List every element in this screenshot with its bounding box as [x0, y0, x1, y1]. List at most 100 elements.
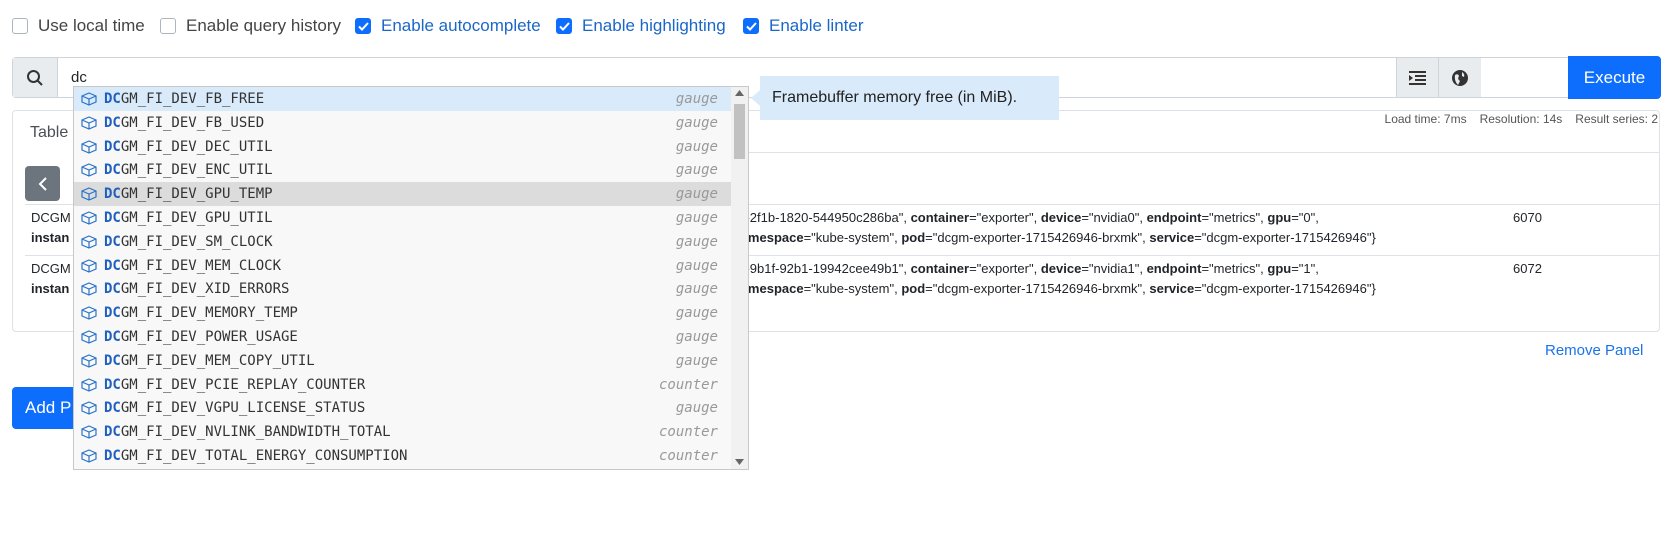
search-icon [13, 58, 58, 97]
autocomplete-label: DCGM_FI_DEV_FB_FREE [104, 91, 265, 107]
metric-icon [78, 425, 100, 439]
previous-button[interactable] [25, 166, 60, 201]
metric-icon [78, 258, 100, 273]
row-2-value: 6072 [1513, 261, 1542, 276]
metric-type: gauge [675, 400, 718, 417]
format-query-button[interactable] [1396, 58, 1439, 97]
autocomplete-label: DCGM_FI_DEV_DEC_UTIL [104, 138, 273, 155]
checkbox[interactable] [12, 18, 28, 34]
metric-type: counter [658, 376, 718, 393]
autocomplete-item[interactable]: DCGM_FI_DEV_VGPU_LICENSE_STATUS gauge [74, 396, 732, 420]
autocomplete-label: DCGM_FI_DEV_ENC_UTIL [104, 162, 273, 179]
autocomplete-item[interactable]: DCGM_FI_DEV_ENC_UTIL gauge [74, 158, 732, 182]
metric-type: gauge [675, 91, 718, 107]
metric-icon [78, 330, 100, 344]
metric-icon [78, 163, 100, 178]
autocomplete-label: DCGM_FI_DEV_SM_CLOCK [104, 233, 273, 250]
row-2-labels-1: 5-ed92-9b1f-92b1-19942cee49b1", containe… [705, 261, 1319, 276]
option-label: Enable query history [186, 16, 341, 35]
metric-type: gauge [675, 114, 718, 131]
autocomplete-item[interactable]: DCGM_FI_DEV_TOTAL_ENERGY_CONSUMPTION coun… [74, 444, 732, 468]
autocomplete-item[interactable]: DCGM_FI_DEV_GPU_TEMP gauge [74, 182, 732, 207]
metric-icon [78, 306, 100, 320]
autocomplete-label: DCGM_FI_DEV_MEM_COPY_UTIL [104, 352, 315, 369]
option-label: Enable autocomplete [381, 16, 541, 35]
row-2-line-2: instan [31, 281, 70, 296]
scrollbar-thumb[interactable] [734, 104, 745, 159]
metric-type: gauge [675, 210, 718, 226]
metric-type: counter [658, 448, 718, 464]
row-2-labels-2: 3B", namespace="kube-system", pod="dcgm-… [705, 281, 1376, 296]
option-label: Enable highlighting [582, 16, 726, 35]
autocomplete-label: DCGM_FI_DEV_TOTAL_ENERGY_CONSUMPTION [104, 448, 408, 464]
autocomplete-label: DCGM_FI_DEV_NVLINK_BANDWIDTH_TOTAL [104, 424, 391, 441]
checkbox-checked[interactable] [355, 18, 371, 34]
metric-icon [78, 139, 100, 154]
metric-type: gauge [675, 305, 718, 322]
option-use-local-time[interactable]: Use local time [12, 15, 145, 37]
autocomplete-item[interactable]: DCGM_FI_DEV_POWER_USAGE gauge [74, 325, 732, 349]
row-1-line-1: DCGM [31, 210, 71, 225]
row-1-value: 6070 [1513, 210, 1542, 225]
autocomplete-label: DCGM_FI_DEV_GPU_UTIL [104, 210, 273, 226]
option-label: Enable linter [769, 16, 864, 35]
metric-icon [78, 449, 100, 463]
metric-icon [78, 377, 100, 392]
metric-icon [78, 187, 100, 201]
option-enable-linter[interactable]: Enable linter [743, 15, 864, 37]
checkbox[interactable] [160, 18, 176, 34]
execute-button[interactable]: Execute [1568, 56, 1661, 99]
autocomplete-dropdown: DCGM_FI_DEV_FB_FREE gauge DCGM_FI_DEV_FB_U… [73, 86, 749, 470]
autocomplete-label: DCGM_FI_DEV_FB_USED [104, 114, 265, 131]
autocomplete-label: DCGM_FI_DEV_GPU_TEMP [104, 186, 273, 203]
metric-type: gauge [675, 138, 718, 155]
tab-table[interactable]: Table [13, 111, 74, 153]
metric-icon [78, 116, 100, 130]
metric-icon [78, 354, 100, 368]
autocomplete-label: DCGM_FI_DEV_MEMORY_TEMP [104, 305, 298, 322]
metric-type: gauge [675, 233, 718, 250]
remove-panel-link[interactable]: Remove Panel [1545, 342, 1643, 359]
scrollbar[interactable] [731, 87, 748, 469]
autocomplete-item[interactable]: DCGM_FI_DEV_MEM_COPY_UTIL gauge [74, 349, 732, 373]
autocomplete-item[interactable]: DCGM_FI_DEV_SM_CLOCK gauge [74, 230, 732, 254]
autocomplete-item[interactable]: DCGM_FI_DEV_DEC_UTIL gauge [74, 135, 732, 159]
autocomplete-item[interactable]: DCGM_FI_DEV_FB_FREE gauge [74, 87, 732, 111]
autocomplete-item[interactable]: DCGM_FI_DEV_XID_ERRORS gauge [74, 277, 732, 301]
metric-type: counter [658, 424, 718, 441]
scroll-down-icon [735, 459, 744, 465]
option-enable-query-history[interactable]: Enable query history [160, 15, 341, 37]
autocomplete-label: DCGM_FI_DEV_PCIE_REPLAY_COUNTER [104, 376, 366, 393]
query-stats: Load time: 7ms Resolution: 14s Result se… [1385, 112, 1658, 126]
metric-type: gauge [675, 186, 718, 203]
resolution: Resolution: 14s [1479, 112, 1563, 126]
metric-icon [78, 211, 100, 225]
metric-icon [78, 401, 100, 416]
row-1-line-2: instan [31, 230, 70, 245]
chevron-left-icon [38, 176, 47, 191]
metric-icon [78, 235, 100, 249]
indent-icon [1409, 70, 1426, 85]
autocomplete-item[interactable]: DCGM_FI_DEV_NVLINK_BANDWIDTH_TOTAL counte… [74, 420, 732, 444]
autocomplete-item[interactable]: DCGM_FI_DEV_FB_USED gauge [74, 111, 732, 135]
autocomplete-item[interactable]: DCGM_FI_DEV_PCIE_REPLAY_COUNTER counter [74, 373, 732, 397]
metrics-explorer-button[interactable] [1438, 58, 1481, 97]
query-input[interactable]: dc [71, 69, 87, 86]
option-enable-highlighting[interactable]: Enable highlighting [556, 15, 726, 37]
autocomplete-item[interactable]: DCGM_FI_DEV_GPU_UTIL gauge [74, 206, 732, 230]
autocomplete-item[interactable]: DCGM_FI_DEV_MEMORY_TEMP gauge [74, 301, 732, 325]
globe-icon [1452, 69, 1468, 86]
result-series: Result series: 2 [1575, 112, 1658, 126]
tab-label: Table [30, 124, 69, 141]
metric-type: gauge [675, 281, 718, 298]
row-1-labels-2: 3B", namespace="kube-system", pod="dcgm-… [705, 230, 1376, 245]
checkbox-checked[interactable] [743, 18, 759, 34]
metric-type: gauge [675, 162, 718, 179]
metric-type: gauge [675, 329, 718, 345]
checkbox-checked[interactable] [556, 18, 572, 34]
autocomplete-item[interactable]: DCGM_FI_DEV_MEM_CLOCK gauge [74, 254, 732, 278]
metric-type: gauge [675, 352, 718, 369]
autocomplete-label: DCGM_FI_DEV_VGPU_LICENSE_STATUS [104, 400, 366, 417]
autocomplete-label: DCGM_FI_DEV_XID_ERRORS [104, 281, 290, 298]
option-enable-autocomplete[interactable]: Enable autocomplete [355, 15, 541, 37]
